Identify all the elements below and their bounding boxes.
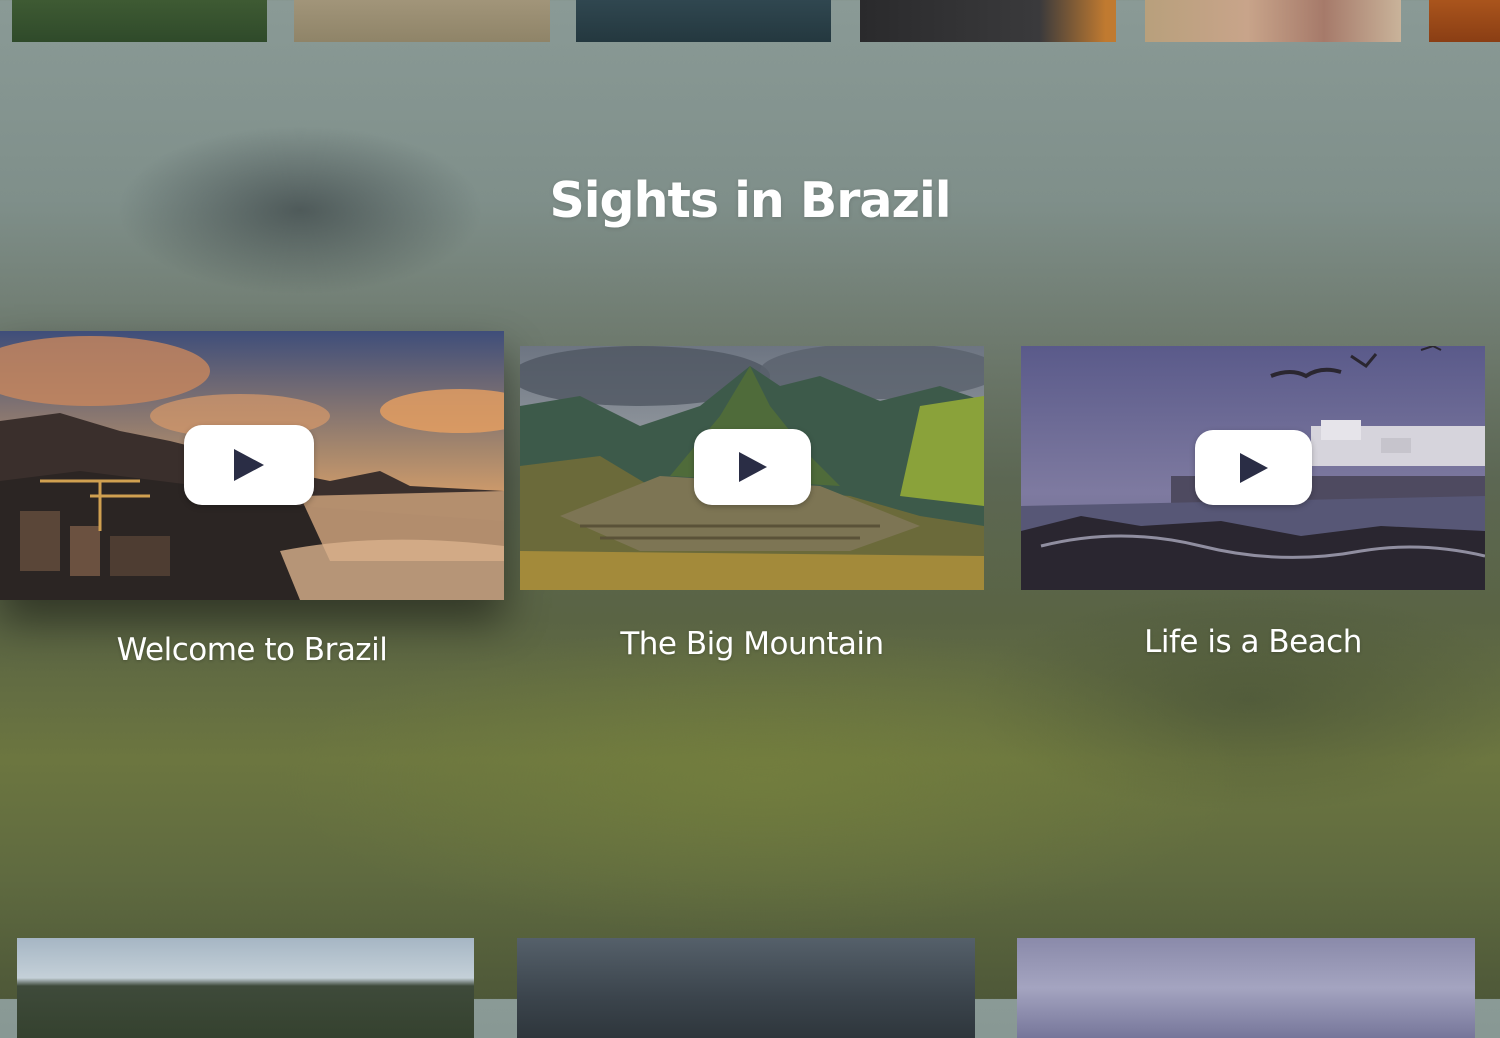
video-card-welcome[interactable]: Welcome to Brazil <box>0 331 504 691</box>
video-card-big-mountain[interactable]: The Big Mountain <box>520 346 984 676</box>
shelf-thumbnail[interactable] <box>17 938 474 1038</box>
shelf-thumbnail[interactable] <box>294 0 550 42</box>
play-icon <box>234 449 264 481</box>
shelf-thumbnail[interactable] <box>860 0 1116 42</box>
shelf-thumbnail[interactable] <box>517 938 975 1038</box>
shelf-thumbnail[interactable] <box>576 0 831 42</box>
shelf-thumbnail[interactable] <box>1429 0 1500 42</box>
video-card-life-is-a-beach[interactable]: Life is a Beach <box>1021 346 1485 676</box>
video-title: Life is a Beach <box>1144 624 1362 660</box>
shelf-thumbnail[interactable] <box>1017 938 1475 1038</box>
play-button[interactable] <box>1195 430 1312 505</box>
next-shelf-row <box>0 938 1500 1038</box>
play-button[interactable] <box>184 425 314 505</box>
play-icon <box>1239 452 1268 483</box>
shelf-thumbnail[interactable] <box>1145 0 1401 42</box>
section-title: Sights in Brazil <box>549 172 951 229</box>
play-button[interactable] <box>694 429 811 505</box>
play-icon <box>738 452 767 482</box>
previous-shelf-row <box>0 0 1500 42</box>
video-title: Welcome to Brazil <box>116 632 388 668</box>
shelf-thumbnail[interactable] <box>12 0 267 42</box>
video-title: The Big Mountain <box>620 626 884 662</box>
